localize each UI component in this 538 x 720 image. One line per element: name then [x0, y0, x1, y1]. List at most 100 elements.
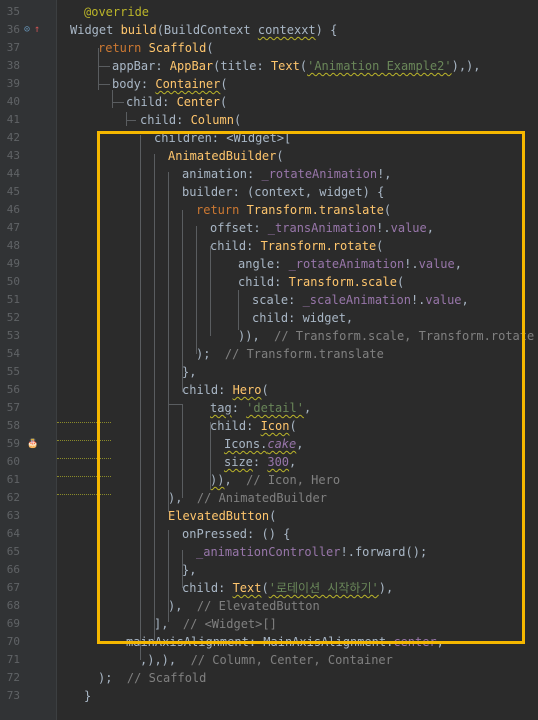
line-number: 37: [6, 41, 20, 54]
code-text[interactable]: tag: 'detail',: [210, 399, 311, 417]
code-text[interactable]: angle: _rotateAnimation!.value,: [238, 255, 462, 273]
code-line[interactable]: 71 ,),), // Column, Center, Container: [0, 651, 538, 669]
code-text[interactable]: )), // Icon, Hero: [210, 471, 340, 489]
code-line[interactable]: 35 @override: [0, 3, 538, 21]
code-text[interactable]: ,),), // Column, Center, Container: [140, 651, 393, 669]
code-text[interactable]: onPressed: () {: [182, 525, 290, 543]
code-text[interactable]: return Transform.translate(: [196, 201, 391, 219]
code-text[interactable]: AnimatedBuilder(: [168, 147, 284, 165]
code-line[interactable]: 67 child: Text('로테이션 시작하기'),: [0, 579, 538, 597]
code-line[interactable]: 51 scale: _scaleAnimation!.value,: [0, 291, 538, 309]
code-line[interactable]: 60 size: 300,: [0, 453, 538, 471]
code-text[interactable]: ); // Transform.translate: [196, 345, 384, 363]
code-line[interactable]: 38 appBar: AppBar(title: Text('Animation …: [0, 57, 538, 75]
code-text[interactable]: Icons.cake,: [224, 435, 304, 453]
code-token: !.: [404, 257, 419, 271]
code-text[interactable]: child: Text('로테이션 시작하기'),: [182, 579, 393, 597]
code-text[interactable]: child: Transform.scale(: [238, 273, 404, 291]
indent-guide: [112, 90, 113, 108]
code-line[interactable]: 65 _animationController!.forward();: [0, 543, 538, 561]
line-number: 47: [6, 221, 20, 234]
code-token: AppBar: [169, 59, 214, 73]
code-line[interactable]: 44 animation: _rotateAnimation!,: [0, 165, 538, 183]
code-line[interactable]: 70 mainAxisAlignment: MainAxisAlignment.c…: [0, 633, 538, 651]
code-text[interactable]: appBar: AppBar(title: Text('Animation Ex…: [112, 57, 481, 75]
code-text[interactable]: body: Container(: [112, 75, 228, 93]
code-line[interactable]: 45 builder: (context, widget) {: [0, 183, 538, 201]
code-line[interactable]: 57 tag: 'detail',: [0, 399, 538, 417]
code-line[interactable]: 53)), // Transform.scale, Transform.rota…: [0, 327, 538, 345]
code-line[interactable]: 37 return Scaffold(: [0, 39, 538, 57]
code-line[interactable]: 46 return Transform.translate(: [0, 201, 538, 219]
code-line[interactable]: 68), // ElevatedButton: [0, 597, 538, 615]
code-token: (: [376, 239, 384, 253]
code-line[interactable]: 36 ⊙ ↑ Widget build(BuildContext contexxt) …: [0, 21, 538, 39]
code-line[interactable]: 58 child: Icon(: [0, 417, 538, 435]
code-line[interactable]: 63 ElevatedButton(: [0, 507, 538, 525]
code-text[interactable]: ); // Scaffold: [98, 669, 206, 687]
code-token: _animationController: [196, 545, 341, 559]
code-text[interactable]: child: Transform.rotate(: [210, 237, 383, 255]
code-text[interactable]: mainAxisAlignment: MainAxisAlignment.cen…: [126, 633, 444, 651]
code-text[interactable]: _animationController!.forward();: [196, 543, 427, 561]
code-token: onPressed: () {: [182, 527, 291, 541]
code-token: AnimatedBuilder: [168, 149, 277, 163]
code-line[interactable]: 49 angle: _rotateAnimation!.value,: [0, 255, 538, 273]
code-text[interactable]: },: [182, 561, 196, 579]
code-line[interactable]: 62), // AnimatedBuilder: [0, 489, 538, 507]
code-line[interactable]: 56 child: Hero(: [0, 381, 538, 399]
code-text[interactable]: },: [182, 363, 196, 381]
code-token: (: [269, 509, 277, 523]
code-token: offset:: [210, 221, 268, 235]
code-text[interactable]: size: 300,: [224, 453, 296, 471]
override-breakpoint-icon[interactable]: ⊙: [24, 21, 30, 39]
code-text[interactable]: }: [84, 687, 91, 705]
code-token: contexxt: [257, 23, 316, 37]
code-line[interactable]: 41 child: Column(: [0, 111, 538, 129]
code-line[interactable]: 54); // Transform.translate: [0, 345, 538, 363]
code-text[interactable]: @override: [84, 3, 149, 21]
code-line[interactable]: 47 offset: _transAnimation!.value,: [0, 219, 538, 237]
code-line[interactable]: 48 child: Transform.rotate(: [0, 237, 538, 255]
code-text[interactable]: animation: _rotateAnimation!,: [182, 165, 392, 183]
code-text[interactable]: child: Column(: [140, 111, 241, 129]
override-arrow-icon[interactable]: ↑: [34, 21, 40, 39]
line-number: 71: [6, 653, 20, 666]
line-number: 45: [6, 185, 20, 198]
line-number: 70: [6, 635, 20, 648]
code-text[interactable]: ], // <Widget>[]: [154, 615, 277, 633]
code-line[interactable]: 52 child: widget,: [0, 309, 538, 327]
code-line[interactable]: 42 children: <Widget>[: [0, 129, 538, 147]
code-text[interactable]: child: widget,: [252, 309, 353, 327]
code-line[interactable]: 43 AnimatedBuilder(: [0, 147, 538, 165]
code-line[interactable]: 40 child: Center(: [0, 93, 538, 111]
code-text[interactable]: child: Hero(: [182, 381, 269, 399]
code-line[interactable]: 59 🎂 Icons.cake,: [0, 435, 538, 453]
code-line[interactable]: 66},: [0, 561, 538, 579]
code-token: // Icon, Hero: [246, 473, 341, 487]
code-line[interactable]: 50 child: Transform.scale(: [0, 273, 538, 291]
code-text[interactable]: ElevatedButton(: [168, 507, 276, 525]
code-text[interactable]: ), // ElevatedButton: [168, 597, 320, 615]
code-text[interactable]: offset: _transAnimation!.value,: [210, 219, 434, 237]
code-token: builder: (context, widget) {: [182, 185, 385, 199]
code-text[interactable]: child: Icon(: [210, 417, 297, 435]
code-line[interactable]: 64 onPressed: () {: [0, 525, 538, 543]
code-line[interactable]: 61)), // Icon, Hero: [0, 471, 538, 489]
code-line[interactable]: 55},: [0, 363, 538, 381]
code-text[interactable]: child: Center(: [126, 93, 227, 111]
code-text[interactable]: )), // Transform.scale, Transform.rotate: [238, 327, 534, 345]
code-text[interactable]: scale: _scaleAnimation!.value,: [252, 291, 469, 309]
code-line[interactable]: 69], // <Widget>[]: [0, 615, 538, 633]
code-text[interactable]: builder: (context, widget) {: [182, 183, 384, 201]
code-token: ,: [224, 473, 247, 487]
code-text[interactable]: Widget build(BuildContext contexxt) {: [70, 21, 337, 39]
code-text[interactable]: return Scaffold(: [98, 39, 214, 57]
indent-guide: [210, 246, 211, 336]
code-line[interactable]: 39 body: Container(: [0, 75, 538, 93]
code-line[interactable]: 73}: [0, 687, 538, 705]
line-number: 73: [6, 689, 20, 702]
code-text[interactable]: children: <Widget>[: [154, 129, 291, 147]
code-text[interactable]: ), // AnimatedBuilder: [168, 489, 327, 507]
code-line[interactable]: 72); // Scaffold: [0, 669, 538, 687]
